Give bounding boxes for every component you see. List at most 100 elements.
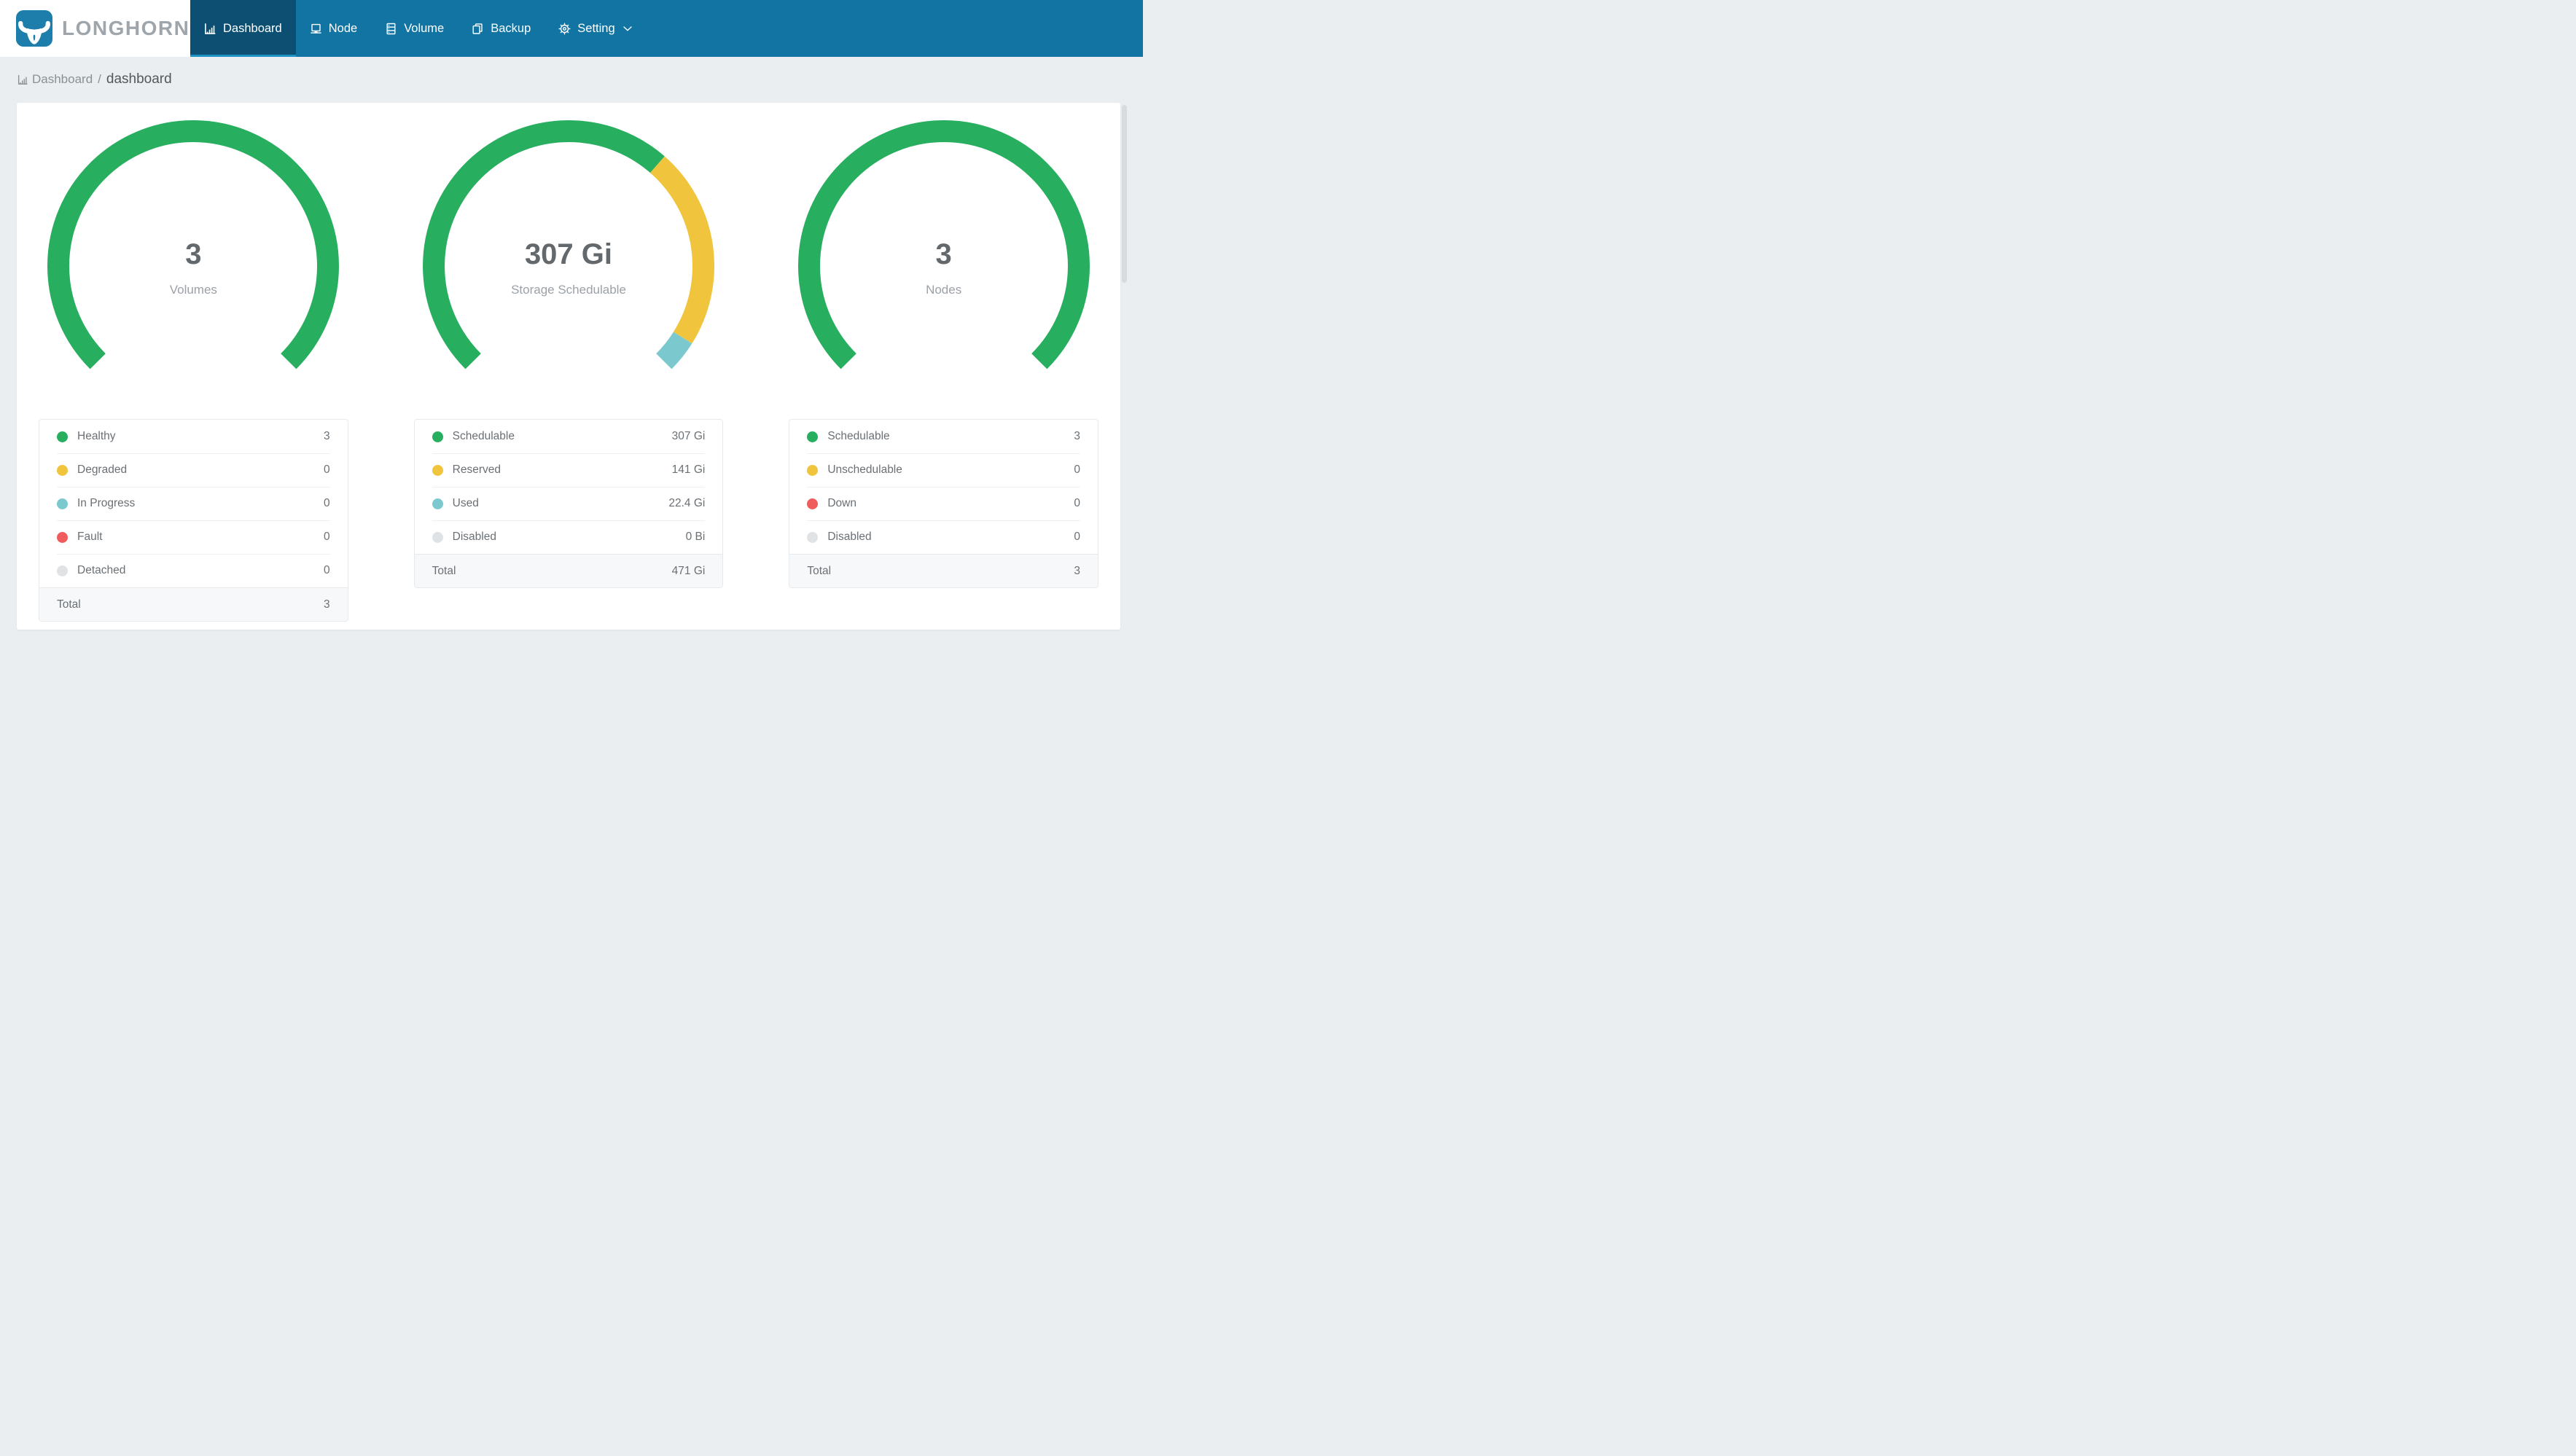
breadcrumb-root-label: Dashboard: [32, 72, 93, 86]
brand-wordmark: LONGHORN: [62, 17, 190, 39]
gauge-segment: [423, 120, 665, 369]
total-label: Total: [807, 564, 832, 577]
legend-label: Detached: [77, 564, 126, 576]
legend-value: 141 Gi: [671, 463, 706, 476]
bar-chart-icon: [17, 74, 28, 85]
legend-total-row: Total 3: [39, 587, 348, 621]
legend-label: Reserved: [452, 463, 501, 476]
legend-total-row: Total 471 Gi: [414, 554, 723, 587]
status-color-dot: [57, 464, 68, 476]
total-value: 3: [324, 598, 330, 611]
status-color-dot: [432, 431, 443, 442]
copy-icon: [472, 23, 483, 34]
gear-icon: [558, 23, 571, 34]
status-color-dot: [807, 464, 819, 476]
breadcrumb: Dashboard / dashboard: [17, 71, 1143, 87]
status-color-dot: [432, 498, 443, 509]
legend-row: In Progress 0: [39, 487, 348, 520]
gauge-segment: [797, 120, 1090, 369]
breadcrumb-separator: /: [98, 72, 101, 86]
bar-chart-icon: [205, 23, 216, 34]
nodes-legend-table: Schedulable 3 Unschedulable 0 Down 0 Disabled 0…: [789, 419, 1098, 588]
database-icon: [386, 23, 396, 34]
legend-value: 307 Gi: [671, 430, 706, 442]
total-label: Total: [57, 598, 81, 611]
legend-value: 0: [324, 497, 330, 509]
chevron-down-icon: [622, 26, 632, 31]
status-color-dot: [57, 498, 68, 509]
legend-row: Disabled 0 Bi: [415, 520, 723, 554]
nav-tab-node[interactable]: Node: [296, 0, 371, 57]
legend-row: Disabled 0: [789, 520, 1098, 554]
legend-value: 0: [324, 564, 330, 576]
legend-label: Fault: [77, 531, 103, 543]
status-color-dot: [57, 431, 68, 442]
legend-label: Schedulable: [452, 430, 515, 442]
legend-row: Reserved 141 Gi: [415, 453, 723, 487]
nav-label: Volume: [404, 21, 445, 35]
vertical-scrollbar-thumb[interactable]: [1122, 105, 1127, 283]
status-color-dot: [57, 565, 68, 576]
legend-row: Detached 0: [39, 554, 348, 587]
main-nav: Dashboard Node Volume Backup Setting: [190, 0, 646, 57]
nav-label: Dashboard: [223, 21, 282, 35]
status-color-dot: [807, 498, 819, 509]
gauge-grid: 3 Volumes Healthy 3 Degraded 0 In Progress 0 F…: [17, 103, 1120, 622]
nav-tab-dashboard[interactable]: Dashboard: [190, 0, 296, 57]
laptop-icon: [311, 23, 321, 34]
legend-value: 22.4 Gi: [668, 497, 706, 509]
legend-value: 0: [1074, 463, 1080, 476]
breadcrumb-root[interactable]: Dashboard: [17, 72, 93, 87]
legend-label: Degraded: [77, 463, 128, 476]
volumes-legend-table: Healthy 3 Degraded 0 In Progress 0 Fault 0 Detac…: [39, 419, 348, 622]
total-label: Total: [432, 564, 456, 577]
status-color-dot: [432, 464, 443, 476]
legend-label: Down: [827, 497, 856, 509]
legend-row: Degraded 0: [39, 453, 348, 487]
legend-row: Used 22.4 Gi: [415, 487, 723, 520]
legend-label: Used: [452, 497, 479, 509]
logo-area[interactable]: LONGHORN: [0, 0, 190, 57]
volumes-panel: 3 Volumes Healthy 3 Degraded 0 In Progress 0 F…: [39, 120, 348, 622]
dashboard-panel: 3 Volumes Healthy 3 Degraded 0 In Progress 0 F…: [17, 103, 1120, 630]
gauge-segment: [47, 120, 340, 369]
legend-row: Healthy 3: [39, 420, 348, 453]
legend-value: 0: [324, 531, 330, 543]
volumes-gauge: 3 Volumes: [47, 120, 340, 412]
status-color-dot: [432, 531, 443, 543]
storage-panel: 307 Gi Storage Schedulable Schedulable 30…: [413, 120, 724, 622]
legend-value: 3: [324, 430, 330, 442]
legend-value: 0 Bi: [685, 531, 706, 543]
storage-legend-table: Schedulable 307 Gi Reserved 141 Gi Used 22.4 …: [413, 419, 724, 588]
gauge-segment: [649, 156, 714, 344]
legend-row: Fault 0: [39, 520, 348, 554]
nav-tab-backup[interactable]: Backup: [458, 0, 545, 57]
legend-total-row: Total 3: [789, 554, 1098, 587]
status-color-dot: [57, 531, 68, 543]
legend-row: Down 0: [789, 487, 1098, 520]
gauge-segment: [655, 332, 692, 369]
legend-value: 3: [1074, 430, 1080, 442]
legend-row: Schedulable 3: [789, 420, 1098, 453]
nodes-panel: 3 Nodes Schedulable 3 Unschedulable 0 Down 0 D…: [789, 120, 1098, 622]
breadcrumb-current: dashboard: [106, 71, 172, 87]
legend-row: Unschedulable 0: [789, 453, 1098, 487]
legend-label: Healthy: [77, 430, 116, 442]
nav-menu-setting[interactable]: Setting: [545, 0, 645, 57]
nav-tab-volume[interactable]: Volume: [371, 0, 458, 57]
legend-value: 0: [1074, 531, 1080, 543]
total-value: 3: [1074, 564, 1080, 577]
nodes-gauge: 3 Nodes: [797, 120, 1090, 412]
legend-label: Disabled: [827, 531, 872, 543]
legend-value: 0: [324, 463, 330, 476]
legend-row: Schedulable 307 Gi: [415, 420, 723, 453]
legend-label: Unschedulable: [827, 463, 902, 476]
top-navbar: LONGHORN Dashboard Node Volume Backup Se…: [0, 0, 1143, 57]
legend-label: Schedulable: [827, 430, 890, 442]
total-value: 471 Gi: [671, 564, 706, 577]
status-color-dot: [807, 431, 819, 442]
longhorn-logo-icon: [16, 10, 52, 47]
legend-label: Disabled: [452, 531, 496, 543]
legend-label: In Progress: [77, 497, 136, 509]
nav-label: Setting: [577, 21, 615, 35]
